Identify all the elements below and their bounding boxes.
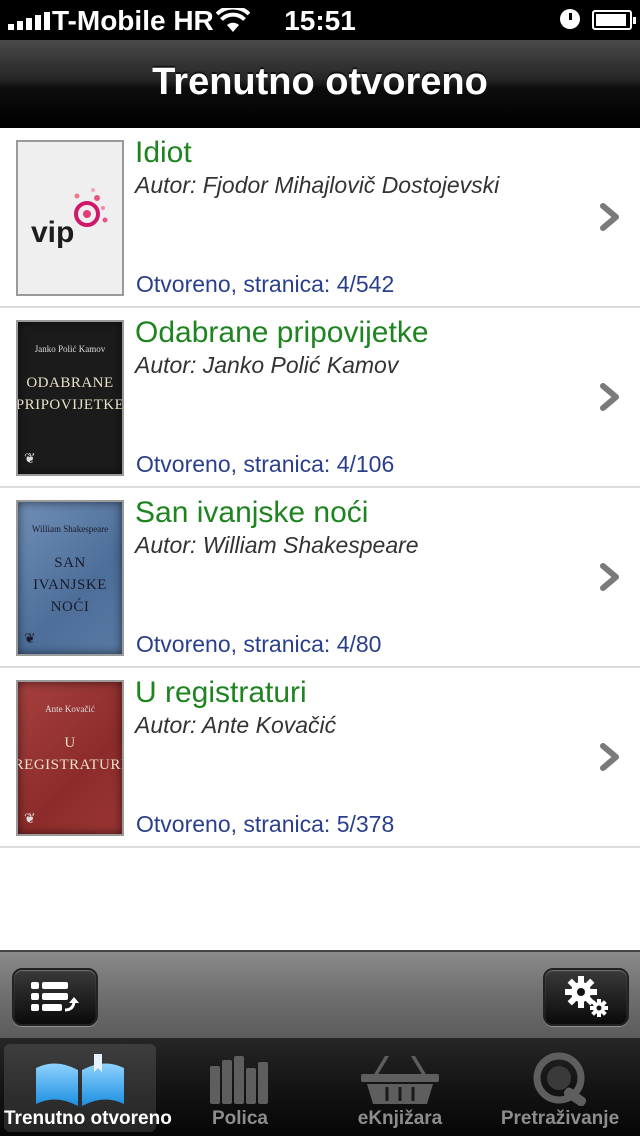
tab-eknjizara[interactable]: eKnjižara (324, 1044, 476, 1132)
chevron-right-icon (600, 383, 619, 411)
book-title: Odabrane pripovijetke (135, 316, 429, 349)
cover-title-text: Odabrane pripovijetke (16, 375, 124, 413)
alarm-clock-icon (560, 9, 580, 29)
list-icon (31, 982, 79, 1012)
book-progress-status: Otvoreno, stranica: 5/378 (136, 811, 395, 837)
book-cover-image: Janko Polić Kamov Odabrane pripovijetke … (16, 320, 124, 476)
navigation-bar: Trenutno otvoreno (0, 40, 640, 128)
status-bar: T-Mobile HR 15:51 (0, 0, 640, 40)
book-row-u-registraturi[interactable]: Ante Kovačić U registraturi ❦ U registra… (0, 668, 640, 848)
settings-gears-icon (565, 976, 608, 1017)
book-title: Idiot (135, 136, 192, 169)
vip-logo-icon: vip (31, 188, 108, 249)
app-screen: T-Mobile HR 15:51 Trenutno otvoreno vip … (0, 0, 640, 1136)
list-view-button[interactable] (12, 968, 98, 1026)
cover-title-text: U registraturi (16, 735, 124, 773)
cover-title-text: San ivanjske noći (33, 555, 107, 615)
settings-button[interactable] (543, 968, 629, 1026)
cover-author-text: Janko Polić Kamov (34, 344, 106, 354)
cover-author-text: William Shakespeare (31, 524, 109, 534)
book-author: Autor: Ante Kovačić (135, 712, 337, 738)
book-progress-status: Otvoreno, stranica: 4/542 (136, 271, 395, 297)
book-title: San ivanjske noći (135, 496, 369, 529)
battery-level (596, 14, 627, 26)
battery-icon (592, 10, 636, 30)
book-cover-image: Ante Kovačić U registraturi ❦ (16, 680, 124, 836)
book-cover-image: vip (16, 140, 124, 296)
cover-ornament-icon: ❦ (24, 632, 36, 647)
book-title: U registraturi (135, 676, 307, 709)
tab-bar: Trenutno otvoreno Polica eKnjižara Pretr… (0, 1038, 640, 1136)
tab-polica[interactable]: Polica (164, 1044, 316, 1132)
status-time: 15:51 (284, 5, 356, 36)
book-cover-image: William Shakespeare San ivanjske noći ❦ (16, 500, 124, 656)
basket-icon (361, 1056, 439, 1104)
tab-pretrazivanje[interactable]: Pretraživanje (484, 1044, 636, 1132)
book-author: Autor: Janko Polić Kamov (135, 352, 399, 378)
page-title: Trenutno otvoreno (152, 61, 488, 103)
book-author: Autor: William Shakespeare (135, 532, 419, 558)
book-progress-status: Otvoreno, stranica: 4/80 (136, 631, 382, 657)
cover-author-text: Ante Kovačić (45, 704, 95, 714)
bottom-toolbar (0, 950, 640, 1038)
cover-ornament-icon: ❦ (24, 812, 36, 827)
book-row-odabrane-pripovijetke[interactable]: Janko Polić Kamov Odabrane pripovijetke … (0, 308, 640, 488)
chevron-right-icon (600, 203, 619, 231)
tab-trenutno-otvoreno[interactable]: Trenutno otvoreno (4, 1044, 172, 1132)
tab-label: Trenutno otvoreno (4, 1108, 172, 1129)
chevron-right-icon (600, 563, 619, 591)
book-progress-status: Otvoreno, stranica: 4/106 (136, 451, 395, 477)
book-list: vip Idiot Autor: Fjodor Mihajlovič Dosto… (0, 128, 640, 950)
tab-label: Pretraživanje (500, 1108, 620, 1129)
tab-label: eKnjižara (357, 1108, 443, 1129)
chevron-right-icon (600, 743, 619, 771)
book-row-idiot[interactable]: vip Idiot Autor: Fjodor Mihajlovič Dosto… (0, 128, 640, 308)
book-row-san-ivanjske-noci[interactable]: William Shakespeare San ivanjske noći ❦ … (0, 488, 640, 668)
cover-ornament-icon: ❦ (24, 452, 36, 467)
search-icon (533, 1052, 587, 1106)
tab-label: Polica (212, 1108, 268, 1129)
book-author: Autor: Fjodor Mihajlovič Dostojevski (135, 172, 500, 198)
open-book-icon (36, 1054, 124, 1106)
svg-text:vip: vip (31, 216, 74, 249)
bookshelf-icon (210, 1056, 268, 1104)
